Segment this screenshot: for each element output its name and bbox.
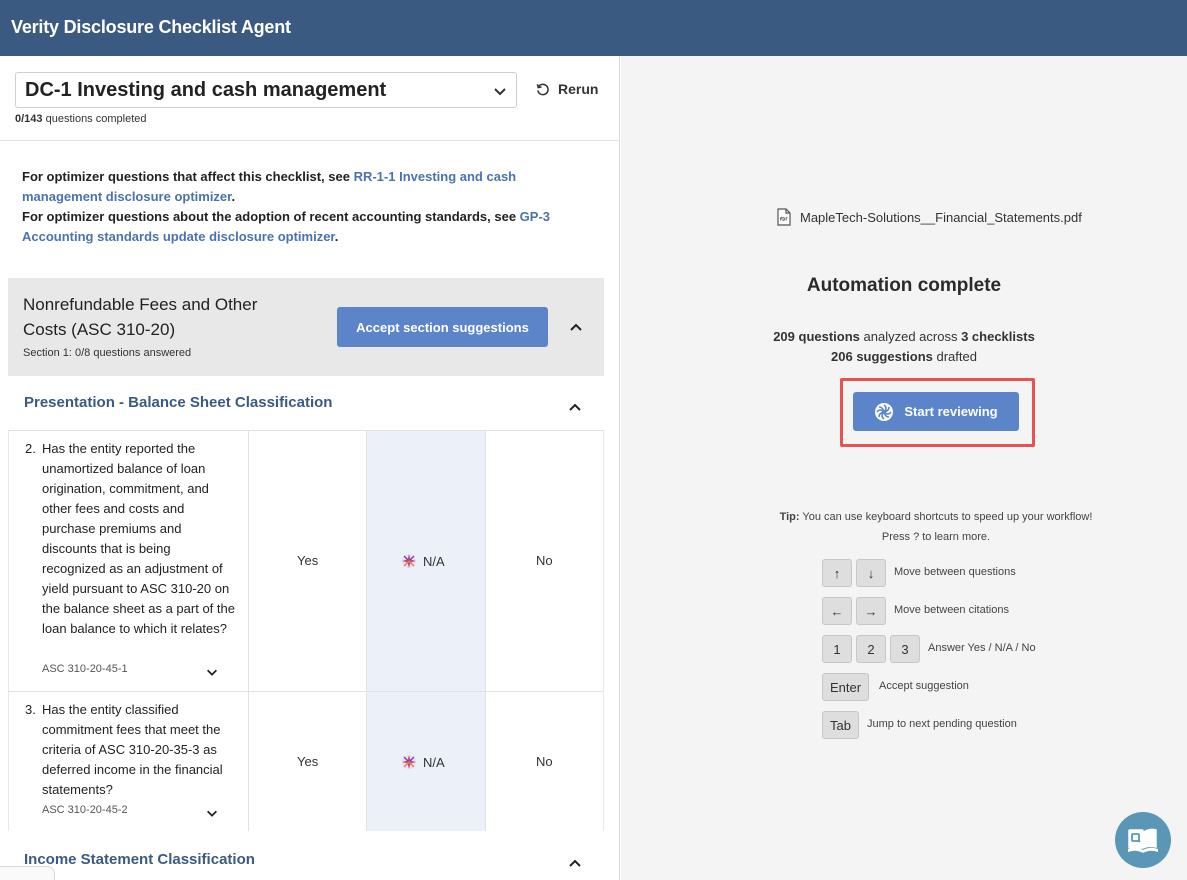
status-title: Automation complete (806, 275, 1002, 296)
sparkle-icon (875, 402, 894, 421)
divider (0, 140, 619, 141)
accept-section-suggestions-button[interactable]: Accept section suggestions (337, 307, 548, 347)
question-text: 2. Has the entity reported the unamortiz… (25, 439, 235, 639)
tip-label: Tip: (779, 511, 800, 523)
chevron-up-icon[interactable] (567, 399, 583, 415)
app-header: Verity Disclosure Checklist Agent (0, 0, 1187, 56)
shortcut-description: Answer Yes / N/A / No (928, 642, 1036, 654)
suggestions-count: 206 suggestions (831, 349, 933, 364)
checklist-select-value: DC-1 Investing and cash management (25, 79, 387, 101)
app-title: Verity Disclosure Checklist Agent (11, 17, 291, 37)
tip-text: You can use keyboard shortcuts to speed … (799, 511, 1093, 523)
analyzed-text: analyzed across (859, 329, 962, 344)
checklists-count: 3 checklists (961, 329, 1035, 344)
answer-na-label: N/A (423, 754, 445, 770)
question-text: 3. Has the entity classified commitment … (25, 700, 235, 800)
answer-no-cell[interactable]: No (486, 692, 605, 831)
start-reviewing-button[interactable]: Start reviewing (853, 392, 1019, 431)
answer-yes-cell[interactable]: Yes (249, 431, 367, 691)
rerun-button[interactable]: Rerun (535, 81, 598, 97)
questions-count: 209 questions (773, 329, 860, 344)
pdf-file-icon (777, 208, 791, 226)
subsection-title: Income Statement Classification (24, 851, 255, 868)
answer-no: No (536, 754, 553, 769)
answer-yes-cell[interactable]: Yes (249, 692, 367, 831)
question-body: Has the entity classified commitment fee… (42, 702, 223, 797)
answer-na: N/A (401, 754, 445, 770)
shortcut-description: Move between citations (894, 604, 1009, 616)
shortcut-description: Move between questions (894, 566, 1016, 578)
start-reviewing-label: Start reviewing (904, 404, 998, 419)
question-row: 2. Has the entity reported the unamortiz… (8, 431, 604, 692)
section-title: Nonrefundable Fees and Other Costs (ASC … (23, 295, 258, 339)
note-2-suffix: . (334, 229, 339, 244)
ai-suggestion-icon (402, 755, 416, 769)
tip-line-2: Press ? to learn more. (881, 531, 991, 543)
shortcut-description: Accept suggestion (879, 680, 969, 692)
checklist-panel: DC-1 Investing and cash management Rerun… (0, 56, 620, 880)
subsection-title: Presentation - Balance Sheet Classificat… (24, 394, 333, 411)
section-progress: Section 1: 0/8 questions answered (23, 347, 192, 359)
answer-na-cell[interactable]: N/A (367, 431, 486, 691)
question-row: 3. Has the entity classified commitment … (8, 692, 604, 832)
question-number: 2. (25, 441, 36, 456)
question-cell: 2. Has the entity reported the unamortiz… (9, 431, 249, 691)
key-enter: Enter (822, 673, 870, 701)
progress-label: questions completed (45, 113, 147, 125)
answer-yes: Yes (297, 754, 319, 769)
checklist-select[interactable]: DC-1 Investing and cash management (15, 72, 517, 108)
answer-no: No (536, 553, 553, 568)
question-number: 3. (25, 702, 36, 717)
chevron-down-icon[interactable] (205, 806, 219, 820)
subsection-header[interactable]: Presentation - Balance Sheet Classificat… (8, 376, 604, 431)
answer-yes: Yes (297, 553, 319, 568)
chevron-down-icon (494, 88, 506, 96)
chevron-up-icon[interactable] (568, 319, 584, 335)
bottom-tab[interactable] (0, 866, 55, 880)
key-left: ← (822, 597, 852, 625)
question-reference: ASC 310-20-45-1 (42, 663, 128, 675)
note-1-suffix: . (231, 189, 236, 204)
chevron-up-icon[interactable] (567, 855, 583, 871)
file-name: MapleTech-Solutions__Financial_Statement… (800, 209, 1082, 225)
automation-panel: MapleTech-Solutions__Financial_Statement… (621, 56, 1187, 880)
help-button[interactable] (1115, 812, 1171, 868)
answer-na-cell[interactable]: N/A (367, 692, 486, 831)
key-2: 2 (856, 635, 886, 663)
key-right: → (856, 597, 886, 625)
refresh-icon (536, 83, 549, 95)
question-cell: 3. Has the entity classified commitment … (9, 692, 249, 831)
key-tab: Tab (822, 711, 859, 739)
shortcut-tip: Tip: You can use keyboard shortcuts to s… (621, 507, 1187, 547)
chevron-down-icon[interactable] (205, 665, 219, 679)
rerun-label: Rerun (558, 81, 599, 97)
optimizer-notes: For optimizer questions that affect this… (22, 167, 562, 247)
note-2-prefix: For optimizer questions about the adopti… (22, 209, 520, 224)
help-book-icon (1128, 828, 1158, 853)
progress-count: 0/143 (15, 113, 43, 125)
key-down: ↓ (856, 559, 886, 587)
subsection-header[interactable]: Income Statement Classification (8, 831, 604, 880)
answer-na-label: N/A (423, 553, 445, 569)
key-1: 1 (822, 635, 852, 663)
key-up: ↑ (822, 559, 852, 587)
section-header: Nonrefundable Fees and Other Costs (ASC … (8, 278, 604, 376)
answer-na: N/A (401, 553, 445, 569)
document-file: MapleTech-Solutions__Financial_Statement… (776, 208, 1082, 226)
question-body: Has the entity reported the unamortized … (42, 441, 235, 636)
drafted-text: drafted (932, 349, 977, 364)
answer-no-cell[interactable]: No (486, 431, 605, 691)
question-reference: ASC 310-20-45-2 (42, 804, 128, 816)
automation-stats: 209 questions analyzed across 3 checklis… (621, 327, 1187, 367)
key-3: 3 (890, 635, 920, 663)
shortcut-description: Jump to next pending question (867, 718, 1017, 730)
progress-text: 0/143 questions completed (15, 113, 147, 125)
ai-suggestion-icon (402, 554, 416, 568)
note-1-prefix: For optimizer questions that affect this… (22, 169, 354, 184)
